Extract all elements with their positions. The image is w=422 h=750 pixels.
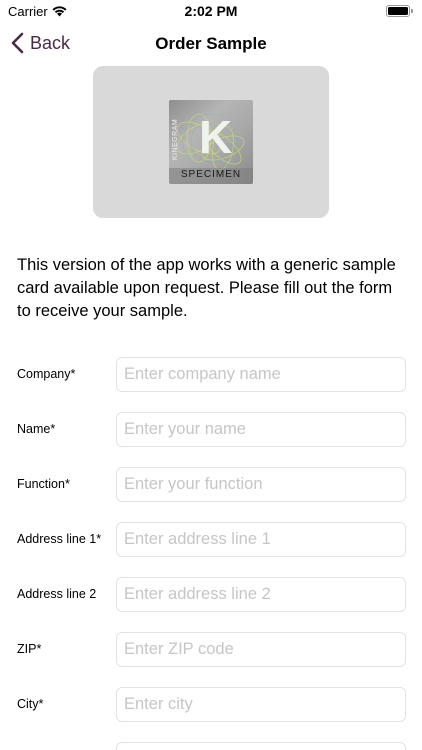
address-line-2-label: Address line 2 — [17, 587, 97, 601]
page-title: Order Sample — [155, 34, 267, 53]
city-row: City* — [0, 687, 422, 722]
address-line-1-label: Address line 1* — [17, 532, 102, 546]
specimen-logo: K KINEGRAM SPECIMEN — [169, 100, 253, 184]
function-row: Function* — [0, 467, 422, 502]
status-time: 2:02 PM — [184, 3, 238, 19]
company-input[interactable] — [116, 357, 406, 392]
zip-label: ZIP* — [17, 642, 42, 656]
address-line-1-input[interactable] — [116, 522, 406, 557]
company-row: Company* — [0, 357, 422, 392]
nav-bar: Back Order Sample — [0, 24, 422, 64]
company-label: Company* — [17, 367, 76, 381]
address-line-1-row: Address line 1* — [0, 522, 422, 557]
sample-card: K KINEGRAM SPECIMEN — [93, 66, 329, 218]
specimen-label: SPECIMEN — [180, 169, 242, 180]
function-input[interactable] — [116, 467, 406, 502]
battery-icon — [386, 5, 413, 17]
zip-input[interactable] — [116, 632, 406, 667]
address-line-2-input[interactable] — [116, 577, 406, 612]
zip-row: ZIP* — [0, 632, 422, 667]
intro-text: This version of the app works with a gen… — [17, 256, 396, 320]
logo-letter: K — [199, 111, 233, 163]
city-label: City* — [17, 697, 44, 711]
name-input[interactable] — [116, 412, 406, 447]
address-line-2-row: Address line 2 — [0, 577, 422, 612]
logo-brand: KINEGRAM — [172, 118, 180, 161]
next-field-row — [0, 742, 422, 750]
function-label: Function* — [17, 477, 70, 491]
next-field-input[interactable] — [116, 742, 406, 750]
status-bar: Carrier 2:02 PM — [0, 0, 422, 24]
name-row: Name* — [0, 412, 422, 447]
name-label: Name* — [17, 422, 56, 436]
city-input[interactable] — [116, 687, 406, 722]
